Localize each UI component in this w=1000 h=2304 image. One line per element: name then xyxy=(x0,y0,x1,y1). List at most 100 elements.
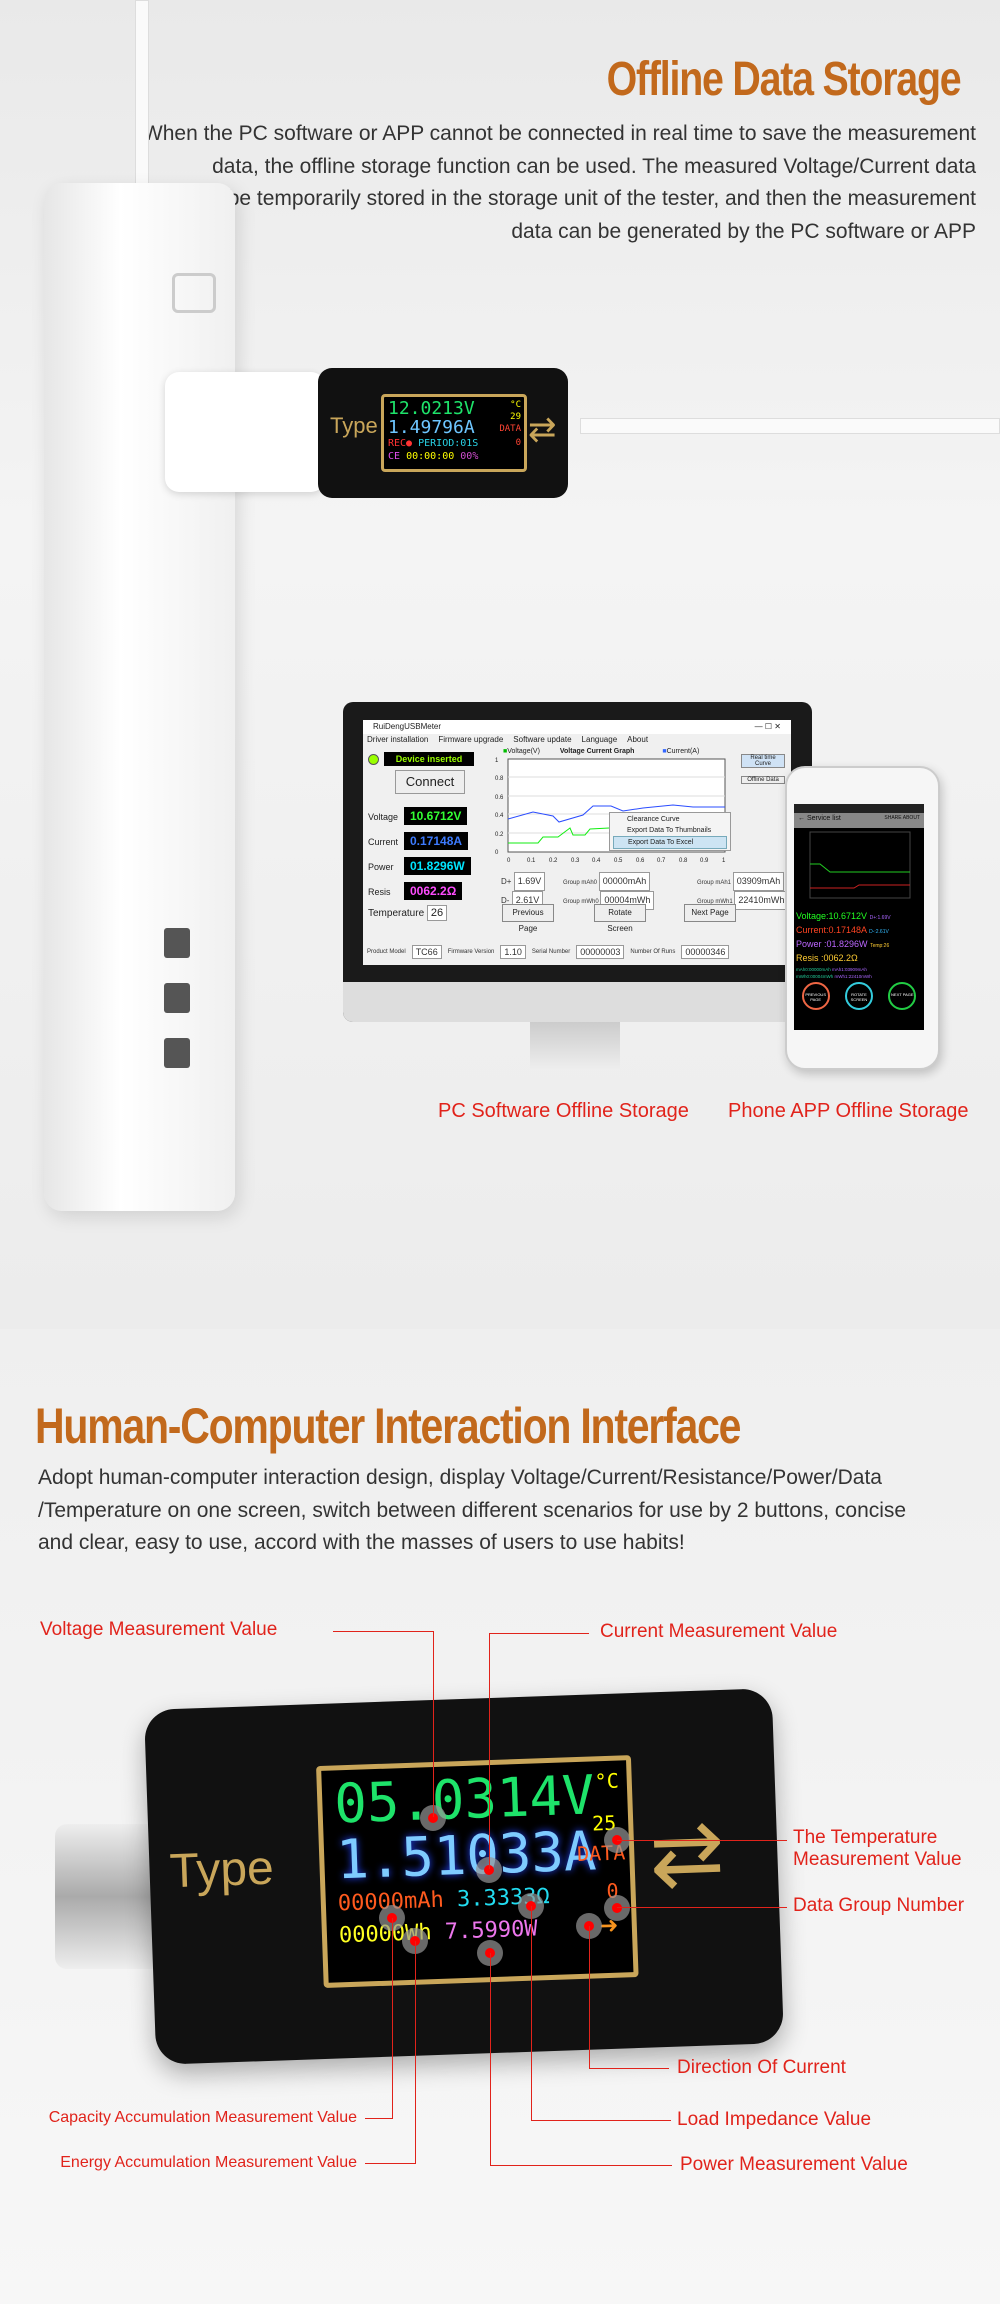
text-line: data can be generated by the PC software… xyxy=(511,219,976,243)
x-tick: 0.6 xyxy=(636,858,645,864)
text-line: and clear, easy to use, accord with the … xyxy=(38,1531,685,1554)
phone-rotate-button[interactable]: ROTATE SCREEN xyxy=(844,982,873,1010)
footer-info: Product Model TC66 Firmware Version 1.10 S… xyxy=(367,945,791,959)
number-of-runs: 00000346 xyxy=(681,945,730,959)
readings: Voltage 10.6712V Current 0.17148A Power 01.… xyxy=(368,804,488,904)
rotate-screen-button[interactable]: Rotate Screen xyxy=(594,904,646,933)
x-tick: 0.4 xyxy=(592,858,601,864)
x-tick: 0.9 xyxy=(700,858,709,864)
voltage-label: Voltage xyxy=(368,812,399,822)
rec-indicator: REC● xyxy=(388,438,413,449)
legend-voltage: Voltage(V) xyxy=(507,748,540,755)
text-line: When the PC software or APP cannot be co… xyxy=(142,122,976,145)
label-direction: Direction Of Current xyxy=(677,2057,846,2078)
x-tick: 0.1 xyxy=(527,858,536,864)
interaction-section: Human-Computer Interaction Interface Ado… xyxy=(0,1329,1000,2304)
power-value: 01.8296W xyxy=(404,857,471,875)
callout-dot xyxy=(604,1895,630,1921)
phone-resis: Resis :0062.2Ω xyxy=(796,953,858,963)
text-line: /Temperature on one screen, switch betwe… xyxy=(38,1498,907,1522)
menu-language[interactable]: Language xyxy=(582,735,618,746)
phone-screen: ← Service list SHARE ABOUT Voltage:10.671… xyxy=(794,804,924,1030)
temp-unit: °C xyxy=(594,1768,620,1794)
label-capacity: Capacity Accumulation Measurement Value xyxy=(48,2109,357,2126)
previous-page-button[interactable]: Previous Page xyxy=(502,904,554,933)
group-mah1-label: Group mAh1 xyxy=(697,880,732,886)
y-tick: 1 xyxy=(495,758,499,764)
realtime-curve-button[interactable]: Real time Curve xyxy=(741,754,785,768)
menu-item-export-thumbnails[interactable]: Export Data To Thumbnails xyxy=(613,825,727,836)
resis-value: 0062.2Ω xyxy=(404,882,463,900)
y-tick: 0.8 xyxy=(495,776,504,782)
current-value: 0.17148A xyxy=(404,832,469,850)
usb-port xyxy=(164,928,190,958)
x-tick: 0.2 xyxy=(549,858,558,864)
about-button[interactable]: ABOUT xyxy=(903,815,920,821)
section-description: When the PC software or APP cannot be co… xyxy=(143,118,976,248)
phone-previous-button[interactable]: PREVIOUS PAGE xyxy=(801,982,830,1010)
x-axis-ticks: 0 0.1 0.2 0.3 0.4 0.5 0.6 0.7 0.8 0.9 1 xyxy=(507,858,726,864)
device-status: Device inserted xyxy=(384,752,474,766)
group-mah0-label: Group mAh0 xyxy=(563,880,598,886)
menu-driver[interactable]: Driver installation xyxy=(367,735,428,746)
power-label: Power xyxy=(368,862,394,872)
label-temperature: The Temperature Measurement Value xyxy=(793,1827,962,1871)
serial-number: 00000003 xyxy=(576,945,625,959)
x-tick: 0.8 xyxy=(679,858,688,864)
share-button[interactable]: SHARE xyxy=(884,815,901,821)
type-c-logo: Type xyxy=(330,413,378,438)
next-page-button[interactable]: Next Page xyxy=(684,904,736,922)
offline-data-button[interactable]: Offline Data xyxy=(741,776,785,784)
window-controls[interactable]: — ☐ ✕ xyxy=(755,722,781,731)
menu-item-export-excel[interactable]: Export Data To Excel xyxy=(613,836,727,849)
phone-next-button[interactable]: NEXT PAGE xyxy=(888,982,917,1010)
menu-firmware[interactable]: Firmware upgrade xyxy=(438,735,503,746)
app-title: Service list xyxy=(806,815,841,822)
menu-item-clearance-curve[interactable]: Clearance Curve xyxy=(613,814,727,825)
caption-pc: PC Software Offline Storage xyxy=(438,1100,689,1122)
text-line: can be temporarily stored in the storage… xyxy=(188,187,976,210)
connect-button[interactable]: Connect xyxy=(395,770,465,794)
label-current: Current Measurement Value xyxy=(600,1621,838,1642)
y-tick: 0.6 xyxy=(495,795,504,801)
group-mah0-value: 00000mAh xyxy=(598,872,651,891)
temperature-value: 26 xyxy=(426,905,448,921)
phone-mah0: mAh0:00000mAh xyxy=(796,967,831,972)
window-titlebar: RuiDengUSBMeter — ☐ ✕ xyxy=(363,720,791,734)
dplus-value: 1.69V xyxy=(513,872,546,891)
x-tick: 0.3 xyxy=(571,858,580,864)
menu-about[interactable]: About xyxy=(627,735,648,746)
label-power: Power Measurement Value xyxy=(680,2154,908,2175)
label-energy: Energy Accumulation Measurement Value xyxy=(60,2154,357,2171)
current-label: Current xyxy=(368,837,399,847)
legend-current: Current(A) xyxy=(666,748,700,755)
menu-bar: Driver installation Firmware upgrade Softw… xyxy=(363,734,791,747)
offline-storage-section: Offline Data Storage When the PC softwar… xyxy=(0,0,1000,1329)
dplus-label: D+ xyxy=(501,877,512,886)
usb-meter-small: Type 12.0213V 1.49796A REC● PERIOD:01S C… xyxy=(318,368,568,498)
context-menu: Clearance Curve Export Data To Thumbnail… xyxy=(609,812,731,851)
section-title: Offline Data Storage xyxy=(606,53,961,106)
phone-mah1: mAh1:03909mAh xyxy=(832,967,867,972)
x-tick: 0 xyxy=(507,858,511,864)
power-strip-image xyxy=(44,183,235,1211)
direction-arrows-icon: ⇄ xyxy=(647,1802,727,1906)
x-tick: 1 xyxy=(722,858,726,864)
caption-phone: Phone APP Offline Storage xyxy=(728,1100,969,1122)
phone-dminus: D-:2.61V xyxy=(869,929,889,935)
y-axis-ticks: 1 0.8 0.6 0.4 0.2 0 xyxy=(495,758,504,856)
period: PERIOD:01S xyxy=(418,438,479,449)
y-tick: 0.2 xyxy=(495,832,504,838)
direction-arrows-icon: ⇄ xyxy=(528,411,557,449)
serial-label: Serial Number xyxy=(531,949,571,955)
monitor-stand xyxy=(530,1022,620,1070)
phone-voltage: Voltage:10.6712V xyxy=(796,911,868,921)
phone-mwh0: mWh0:00004mWh xyxy=(796,974,834,979)
monitor-chin xyxy=(343,982,812,1022)
firmware-version: 1.10 xyxy=(500,945,526,959)
graph-header: ■Voltage(V) Voltage Current Graph ■Curre… xyxy=(503,748,700,755)
menu-software[interactable]: Software update xyxy=(513,735,571,746)
temperature-row: Temperature 26 xyxy=(368,905,448,921)
product-model-label: Product Model xyxy=(367,949,406,955)
timer: 00:00:00 xyxy=(406,451,455,462)
